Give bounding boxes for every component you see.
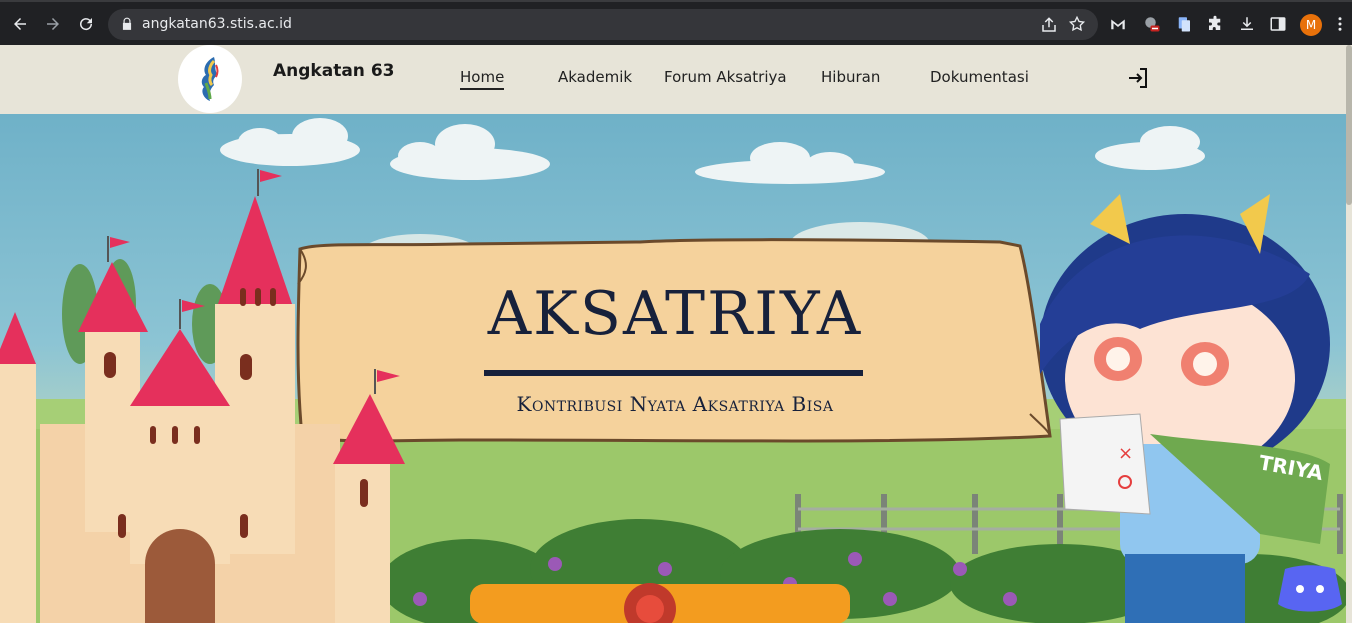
profile-avatar[interactable]: M bbox=[1300, 14, 1322, 36]
reload-icon[interactable] bbox=[74, 12, 98, 36]
extension-m-icon[interactable] bbox=[1108, 14, 1128, 34]
nav-dokumentasi[interactable]: Dokumentasi bbox=[930, 68, 1029, 86]
discord-icon bbox=[1278, 565, 1342, 612]
login-icon[interactable] bbox=[1126, 66, 1150, 90]
download-icon[interactable] bbox=[1237, 14, 1257, 34]
cloud-icon bbox=[220, 118, 1205, 184]
url-text[interactable]: angkatan63.stis.ac.id bbox=[142, 16, 292, 32]
extension-docs-icon[interactable] bbox=[1174, 14, 1194, 34]
back-arrow-icon[interactable] bbox=[8, 12, 32, 36]
hero-subtitle: Kontribusi Nyata Aksatriya Bisa bbox=[516, 392, 834, 416]
nav-hiburan[interactable]: Hiburan bbox=[821, 68, 880, 86]
address-bar[interactable]: angkatan63.stis.ac.id bbox=[108, 9, 1098, 40]
lock-icon[interactable] bbox=[120, 17, 134, 31]
puzzle-icon[interactable] bbox=[1205, 14, 1225, 34]
site-logo[interactable] bbox=[178, 45, 242, 113]
svg-text:×: × bbox=[1118, 443, 1133, 464]
share-icon[interactable] bbox=[1040, 16, 1058, 34]
nav-akademik[interactable]: Akademik bbox=[558, 68, 632, 86]
sidebar-icon[interactable] bbox=[1268, 14, 1288, 34]
hero-illustration: TRIYA × bbox=[0, 118, 1352, 623]
scrollbar-thumb[interactable] bbox=[1346, 45, 1352, 205]
nav-forum-aksatriya[interactable]: Forum Aksatriya bbox=[664, 68, 787, 86]
star-icon[interactable] bbox=[1068, 15, 1086, 33]
phoenix-logo-icon bbox=[201, 57, 219, 101]
forward-arrow-icon[interactable] bbox=[41, 12, 65, 36]
site-navbar: Angkatan 63 Home Akademik Forum Aksatriy… bbox=[0, 45, 1352, 114]
hero-title: AKSATRIYA bbox=[487, 279, 863, 349]
menu-dots-icon[interactable] bbox=[1333, 14, 1347, 34]
browser-toolbar: angkatan63.stis.ac.id M bbox=[0, 0, 1352, 45]
extension-shield-icon[interactable] bbox=[1142, 14, 1162, 34]
hero-banner: TRIYA × AKSATRIYA Kontribusi Nyata Aksat… bbox=[0, 114, 1352, 623]
site-title[interactable]: Angkatan 63 bbox=[273, 61, 394, 81]
hero-divider bbox=[484, 370, 863, 376]
nav-home[interactable]: Home bbox=[460, 68, 505, 90]
